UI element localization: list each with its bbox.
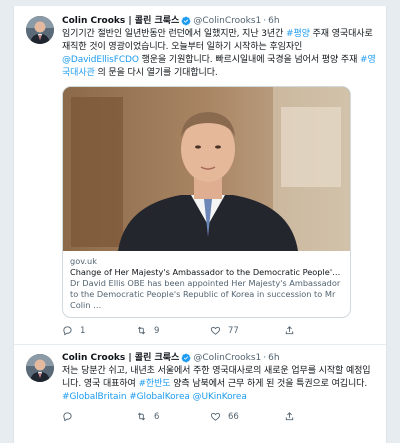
author-name[interactable]: Colin Crooks | 콜린 크룩스 [62,352,179,364]
tweet-actions: 1 9 77 [62,325,376,336]
separator-dot: · [263,353,267,363]
tweet-header: Colin Crooks | 콜린 크룩스 @ColinCrooks1 · 6h [62,15,376,27]
hashtag-link[interactable]: #한반도 [138,379,170,389]
avatar[interactable] [26,16,54,44]
reply-button[interactable]: 1 [62,325,136,336]
text-segment: 임기기간 절반인 일년반동안 런던에서 일했지만, 지난 3년간 [62,29,287,39]
verified-badge-icon [181,16,191,26]
tweet-text: 저는 당분간 쉬고, 내년초 서울에서 주한 영국대사로의 새로운 업무를 시작… [62,365,376,404]
like-icon [210,326,221,335]
tweet-timestamp[interactable]: 6h [268,15,279,27]
like-icon [210,412,221,421]
text-segment: 양측 남북에서 근무 하게 된 것을 특권으로 여깁니다. [170,379,368,389]
reply-icon [63,326,72,336]
reply-button[interactable] [62,411,136,422]
separator-dot: · [263,16,267,26]
retweet-icon [137,412,146,421]
like-button[interactable]: 77 [210,325,284,336]
tweet-divider [14,344,386,345]
tweet-timestamp[interactable]: 6h [268,352,279,364]
share-icon [285,412,294,421]
tweet-header: Colin Crooks | 콜린 크룩스 @ColinCrooks1 · 6h [62,352,376,364]
card-title: Change of Her Majesty's Ambassador to th… [70,267,343,277]
like-button[interactable]: 66 [210,411,284,422]
retweet-count: 9 [154,325,160,336]
hashtag-link[interactable]: #평양 [286,29,310,39]
text-segment: 의 문을 다시 열기를 기대합니다. [94,68,218,78]
card-domain: gov.uk [70,256,97,266]
author-name[interactable]: Colin Crooks | 콜린 크룩스 [62,15,179,27]
link-preview-card[interactable]: gov.uk Change of Her Majesty's Ambassado… [62,86,351,318]
verified-badge-icon [181,353,191,363]
retweet-count: 6 [154,411,160,422]
card-description: Dr David Ellis OBE has been appointed He… [70,278,341,310]
share-button[interactable] [284,325,358,336]
reply-count: 1 [80,325,86,336]
tweet-text: 임기기간 절반인 일년반동안 런던에서 일했지만, 지난 3년간 #평양 주재 … [62,28,376,80]
share-icon [285,326,294,335]
author-handle[interactable]: @ColinCrooks1 [193,352,261,364]
like-count: 66 [228,411,239,422]
retweet-icon [137,326,146,335]
reply-icon [63,412,72,422]
hashtag-link[interactable]: #GlobalBritain #GlobalKorea @UKinKorea [62,392,247,402]
retweet-button[interactable]: 9 [136,325,210,336]
text-segment: 행운을 기원합니다. 빠르시일내에 국경을 넘어서 평양 주재 [138,55,361,65]
author-handle[interactable]: @ColinCrooks1 [193,15,261,27]
mention-link[interactable]: @DavidEllisFCDO [62,55,139,65]
share-button[interactable] [284,411,358,422]
avatar[interactable] [26,354,54,382]
tweet[interactable]: Colin Crooks | 콜린 크룩스 @ColinCrooks1 · 6h… [14,6,386,344]
like-count: 77 [228,325,239,336]
timeline: Colin Crooks | 콜린 크룩스 @ColinCrooks1 · 6h… [13,6,387,443]
tweet-actions: 6 66 [62,411,376,422]
card-image [63,87,350,251]
retweet-button[interactable]: 6 [136,411,210,422]
